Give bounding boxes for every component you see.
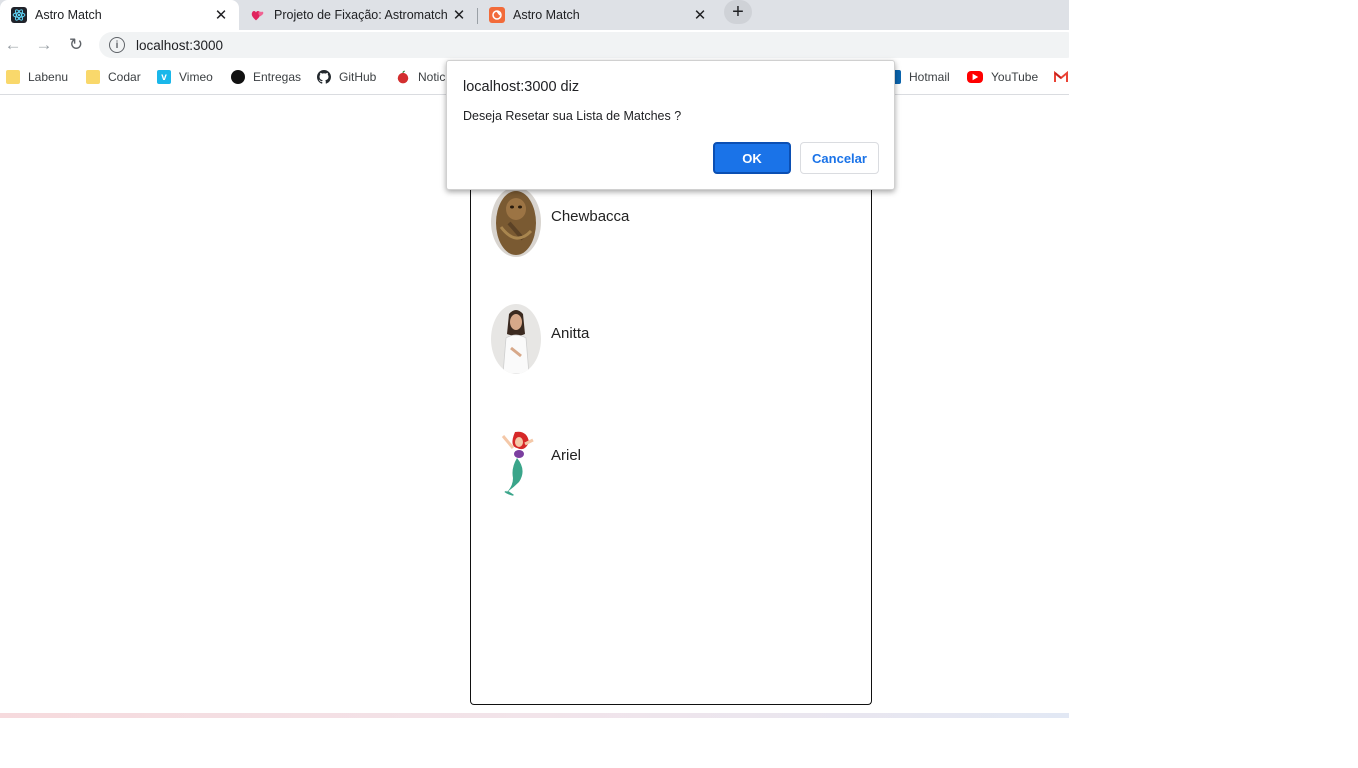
- reload-button[interactable]: ↻: [66, 35, 86, 55]
- tab-title: Astro Match: [35, 8, 102, 22]
- bookmark-labenu[interactable]: Labenu: [6, 68, 68, 86]
- gmail-icon: [1054, 70, 1068, 84]
- new-tab-button[interactable]: +: [724, 0, 752, 24]
- avatar: [491, 304, 541, 374]
- folder-icon: [6, 70, 20, 84]
- tab-astro-match-active[interactable]: Astro Match ✕: [0, 0, 239, 30]
- folder-icon: [86, 70, 100, 84]
- bookmark-label: Notic: [418, 70, 446, 84]
- tab-title: Projeto de Fixação: Astromatch: [274, 8, 448, 22]
- tab-strip: Astro Match ✕ Projeto de Fixação: Astrom…: [0, 0, 1069, 30]
- match-name: Ariel: [551, 446, 582, 464]
- arrow-left-icon: ←: [4, 35, 22, 54]
- circle-icon: [231, 70, 245, 84]
- tab-astro-match[interactable]: Astro Match ✕: [478, 0, 718, 30]
- dialog-message: Deseja Resetar sua Lista de Matches ?: [463, 109, 682, 123]
- cancel-button[interactable]: Cancelar: [800, 142, 879, 174]
- ok-button[interactable]: OK: [713, 142, 791, 174]
- window-bottom-edge: [0, 713, 1069, 718]
- bookmark-vimeo[interactable]: v Vimeo: [157, 68, 213, 86]
- match-name: Chewbacca: [551, 207, 630, 225]
- bookmark-noticias[interactable]: Notic: [396, 68, 445, 86]
- bookmark-entregas[interactable]: Entregas: [231, 68, 301, 86]
- bookmark-hotmail[interactable]: Hotmail: [892, 68, 950, 86]
- bookmark-gmail[interactable]: [1054, 68, 1069, 86]
- match-item[interactable]: Anitta: [491, 304, 589, 374]
- tab-title: Astro Match: [513, 8, 580, 22]
- bookmark-codar[interactable]: Codar: [86, 68, 141, 86]
- match-name: Anitta: [551, 324, 590, 342]
- address-bar[interactable]: i localhost:3000: [99, 32, 1069, 58]
- bookmark-label: Labenu: [28, 70, 69, 84]
- youtube-icon: [967, 71, 983, 83]
- match-item[interactable]: Chewbacca: [491, 187, 629, 257]
- url-text: localhost:3000: [136, 37, 224, 53]
- close-icon[interactable]: ✕: [213, 7, 229, 24]
- hearts-icon: [250, 7, 266, 23]
- bookmark-label: Codar: [108, 70, 141, 84]
- plus-icon: +: [732, 0, 744, 23]
- bookmark-label: GitHub: [339, 70, 377, 84]
- bookmark-label: YouTube: [991, 70, 1039, 84]
- arrow-right-icon: →: [35, 35, 53, 54]
- browser-window: Astro Match ✕ Projeto de Fixação: Astrom…: [0, 0, 1069, 768]
- bookmark-youtube[interactable]: YouTube: [967, 68, 1038, 86]
- apple-icon: [396, 70, 410, 84]
- bookmark-label: Vimeo: [179, 70, 213, 84]
- github-icon: [317, 70, 331, 84]
- avatar: [491, 187, 541, 257]
- astromatch-logo-icon: [489, 7, 505, 23]
- forward-button[interactable]: →: [34, 35, 54, 55]
- bookmark-label: Hotmail: [909, 70, 950, 84]
- vimeo-icon: v: [157, 70, 171, 84]
- tab-projeto-fixacao[interactable]: Projeto de Fixação: Astromatch ✕: [239, 0, 477, 30]
- matches-list-card: Chewbacca Anitta Ariel: [470, 145, 872, 705]
- close-icon[interactable]: ✕: [692, 7, 708, 24]
- avatar: [491, 426, 541, 496]
- reload-icon: ↻: [68, 35, 84, 54]
- match-item[interactable]: Ariel: [491, 426, 581, 496]
- bookmark-label: Entregas: [253, 70, 302, 84]
- browser-toolbar: ← → ↻ i localhost:3000: [0, 30, 1069, 60]
- info-icon[interactable]: i: [109, 37, 125, 53]
- react-icon: [11, 7, 27, 23]
- close-icon[interactable]: ✕: [451, 7, 467, 24]
- back-button[interactable]: ←: [3, 35, 23, 55]
- bookmark-github[interactable]: GitHub: [317, 68, 376, 86]
- alert-dialog: localhost:3000 diz Deseja Resetar sua Li…: [446, 60, 895, 190]
- dialog-title: localhost:3000 diz: [463, 79, 580, 95]
